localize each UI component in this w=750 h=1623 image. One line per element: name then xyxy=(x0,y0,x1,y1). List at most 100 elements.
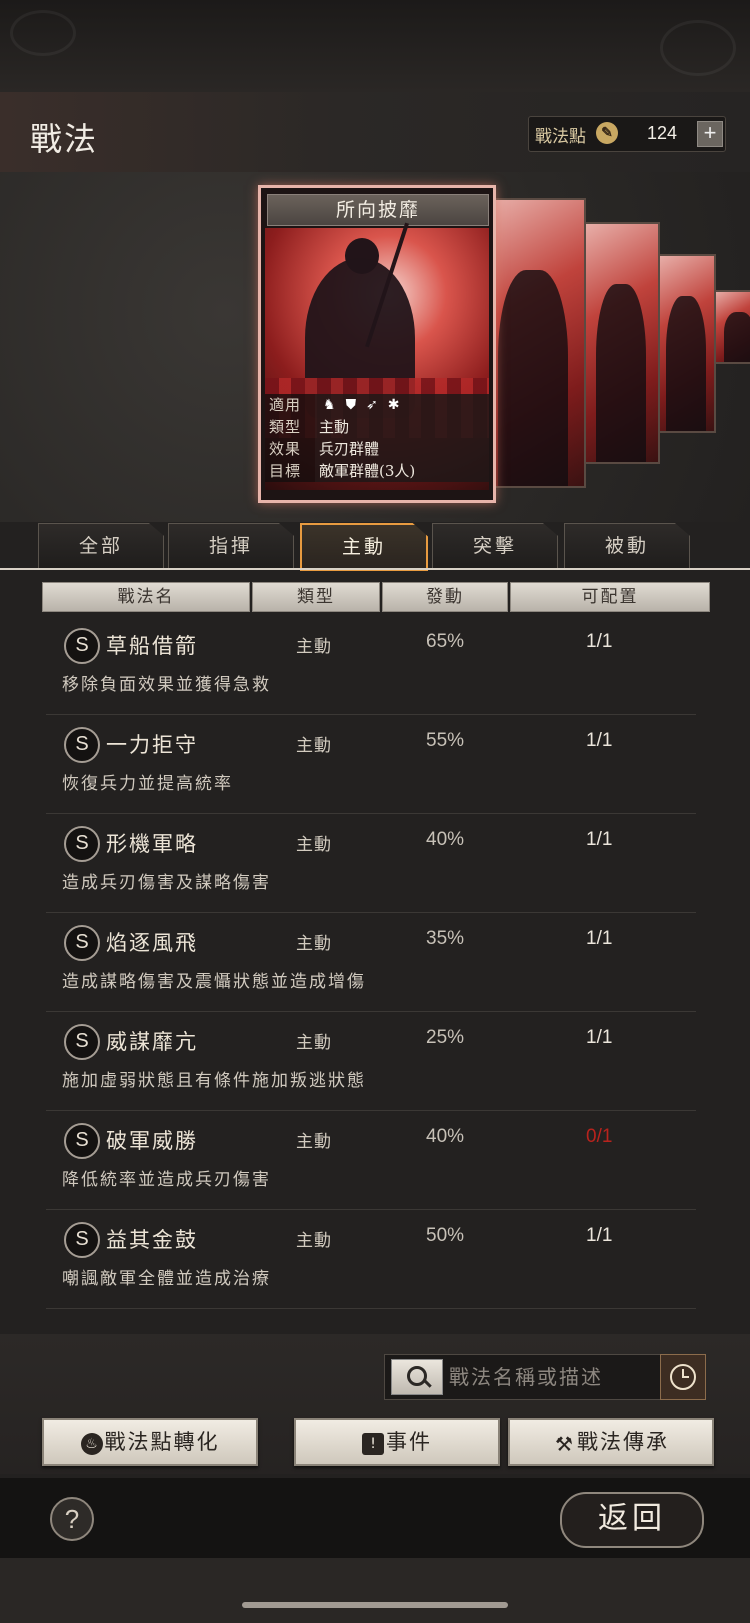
column-header-quota[interactable]: 可配置 xyxy=(510,582,710,612)
card-info-row: 類型 主動 xyxy=(265,416,489,438)
skill-row[interactable]: S 一力拒守 主動 55% 1/1 恢復兵力並提高統率 xyxy=(46,717,696,814)
skill-name: 益其金鼓 xyxy=(106,1228,198,1252)
card-info-row: 適用 ♞ ⛊ ➶ ✱ xyxy=(265,394,489,416)
info-key: 目標 xyxy=(265,460,315,482)
skill-rate: 35% xyxy=(426,928,465,949)
skill-quota-unavailable: 0/1 xyxy=(586,1126,613,1147)
flame-icon: ♨ xyxy=(80,1432,103,1455)
card-silhouette xyxy=(596,284,646,462)
skill-card-back-4[interactable] xyxy=(712,290,750,364)
search-icon[interactable] xyxy=(391,1359,443,1395)
search-input[interactable] xyxy=(447,1357,641,1397)
skill-type: 主動 xyxy=(296,1231,332,1251)
column-header-name[interactable]: 戰法名 xyxy=(42,582,250,612)
column-header-rate[interactable]: 發動 xyxy=(382,582,508,612)
skill-description: 移除負面效果並獲得急救 xyxy=(62,675,271,695)
card-info-row: 目標 敵軍群體(3人) xyxy=(265,460,489,482)
skill-type: 主動 xyxy=(296,736,332,756)
convert-points-label: 戰法點轉化 xyxy=(104,1430,220,1454)
search-bar xyxy=(384,1354,706,1400)
grade-badge: S xyxy=(64,1222,100,1258)
column-header-type[interactable]: 類型 xyxy=(252,582,380,612)
grade-badge: S xyxy=(64,826,100,862)
card-silhouette xyxy=(666,296,706,431)
skill-description: 恢復兵力並提高統率 xyxy=(62,774,233,794)
skill-quota: 1/1 xyxy=(586,1225,613,1246)
tab-passive[interactable]: 被動 xyxy=(564,523,690,569)
wheel-icon: ✱ xyxy=(387,397,400,413)
skill-description: 嘲諷敵軍全體並造成治療 xyxy=(62,1269,271,1289)
skill-type: 主動 xyxy=(296,835,332,855)
back-button[interactable]: 返回 xyxy=(560,1492,704,1548)
skill-description: 造成兵刃傷害及謀略傷害 xyxy=(62,873,271,893)
home-indicator[interactable] xyxy=(242,1602,508,1608)
skill-row[interactable]: S 焰逐風飛 主動 35% 1/1 造成謀略傷害及震懾狀態並造成增傷 xyxy=(46,915,696,1012)
cloud-ornament-right xyxy=(660,20,736,76)
events-label: 事件 xyxy=(386,1430,432,1454)
skill-quota: 1/1 xyxy=(586,1027,613,1048)
info-value: 兵刃群體 xyxy=(315,438,489,460)
skill-description: 降低統率並造成兵刃傷害 xyxy=(62,1170,271,1190)
skill-row[interactable]: S 益其金鼓 主動 50% 1/1 嘲諷敵軍全體並造成治療 xyxy=(46,1212,696,1309)
skill-points-icon: ✎ xyxy=(596,122,618,144)
grade-badge: S xyxy=(64,1024,100,1060)
events-button[interactable]: ! 事件 xyxy=(294,1418,500,1466)
skill-row[interactable]: S 破軍威勝 主動 40% 0/1 降低統率並造成兵刃傷害 xyxy=(46,1113,696,1210)
info-key: 效果 xyxy=(265,438,315,460)
cloud-ornament-left xyxy=(10,10,76,56)
skill-quota: 1/1 xyxy=(586,829,613,850)
tabs-divider xyxy=(0,568,750,570)
info-key: 類型 xyxy=(265,416,315,438)
card-info-row: 效果 兵刃群體 xyxy=(265,438,489,460)
tab-assault[interactable]: 突擊 xyxy=(432,523,558,569)
skill-points-label: 戰法點 xyxy=(535,127,586,147)
skill-name: 威謀靡亢 xyxy=(106,1030,198,1054)
skill-card-back-3[interactable] xyxy=(656,254,716,433)
header-bar: 戰法 戰法點 ✎ 124 + xyxy=(0,92,750,175)
skill-name: 一力拒守 xyxy=(106,733,198,757)
skill-description: 造成謀略傷害及震懾狀態並造成增傷 xyxy=(62,972,366,992)
skill-list[interactable]: S 草船借箭 主動 65% 1/1 移除負面效果並獲得急救 S 一力拒守 主動 … xyxy=(0,618,750,1332)
add-points-button[interactable]: + xyxy=(697,121,723,147)
skill-quota: 1/1 xyxy=(586,928,613,949)
skill-card-back-1[interactable] xyxy=(486,198,586,488)
skill-quota: 1/1 xyxy=(586,631,613,652)
convert-points-button[interactable]: ♨ 戰法點轉化 xyxy=(42,1418,258,1466)
skill-type: 主動 xyxy=(296,1132,332,1152)
column-headers: 戰法名 類型 發動 可配置 xyxy=(0,582,750,612)
skill-row[interactable]: S 形機軍略 主動 40% 1/1 造成兵刃傷害及謀略傷害 xyxy=(46,816,696,913)
skill-name: 草船借箭 xyxy=(106,634,198,658)
cavalry-icon: ♞ xyxy=(323,397,336,413)
tab-active[interactable]: 主動 xyxy=(300,523,428,571)
skill-row[interactable]: S 草船借箭 主動 65% 1/1 移除負面效果並獲得急救 xyxy=(46,618,696,715)
magnifier-handle xyxy=(423,1379,432,1388)
tab-all[interactable]: 全部 xyxy=(38,523,164,569)
skill-row[interactable]: S 威謀靡亢 主動 25% 1/1 施加虛弱狀態且有條件施加叛逃狀態 xyxy=(46,1014,696,1111)
page-title: 戰法 xyxy=(30,120,99,158)
skill-name: 焰逐風飛 xyxy=(106,931,198,955)
help-button[interactable]: ? xyxy=(50,1497,94,1541)
card-silhouette xyxy=(724,312,750,362)
inherit-skill-label: 戰法傳承 xyxy=(577,1430,669,1454)
unit-type-icons: ♞ ⛊ ➶ ✱ xyxy=(315,394,489,416)
alert-icon: ! xyxy=(362,1432,384,1455)
skill-card-back-2[interactable] xyxy=(582,222,660,464)
card-title: 所向披靡 xyxy=(267,194,489,226)
grade-badge: S xyxy=(64,628,100,664)
top-decor-band xyxy=(0,0,750,92)
info-value: 敵軍群體(3人) xyxy=(315,460,489,482)
tab-command[interactable]: 指揮 xyxy=(168,523,294,569)
inherit-skill-button[interactable]: ⚒ 戰法傳承 xyxy=(508,1418,714,1466)
skill-type: 主動 xyxy=(296,1033,332,1053)
info-value: 主動 xyxy=(315,416,489,438)
skill-name: 破軍威勝 xyxy=(106,1129,198,1153)
history-button[interactable] xyxy=(660,1354,706,1400)
skill-type: 主動 xyxy=(296,637,332,657)
skill-points-value: 124 xyxy=(647,123,678,143)
skill-rate: 55% xyxy=(426,730,465,751)
grade-badge: S xyxy=(64,727,100,763)
selected-skill-card[interactable]: 所向披靡 適用 ♞ ⛊ ➶ ✱ 類型 主動 效果 兵刃群體 目標 敵軍群體(3人… xyxy=(258,185,496,503)
bottom-decor-strip xyxy=(0,1558,750,1623)
skill-rate: 65% xyxy=(426,631,465,652)
skill-rate: 25% xyxy=(426,1027,465,1048)
